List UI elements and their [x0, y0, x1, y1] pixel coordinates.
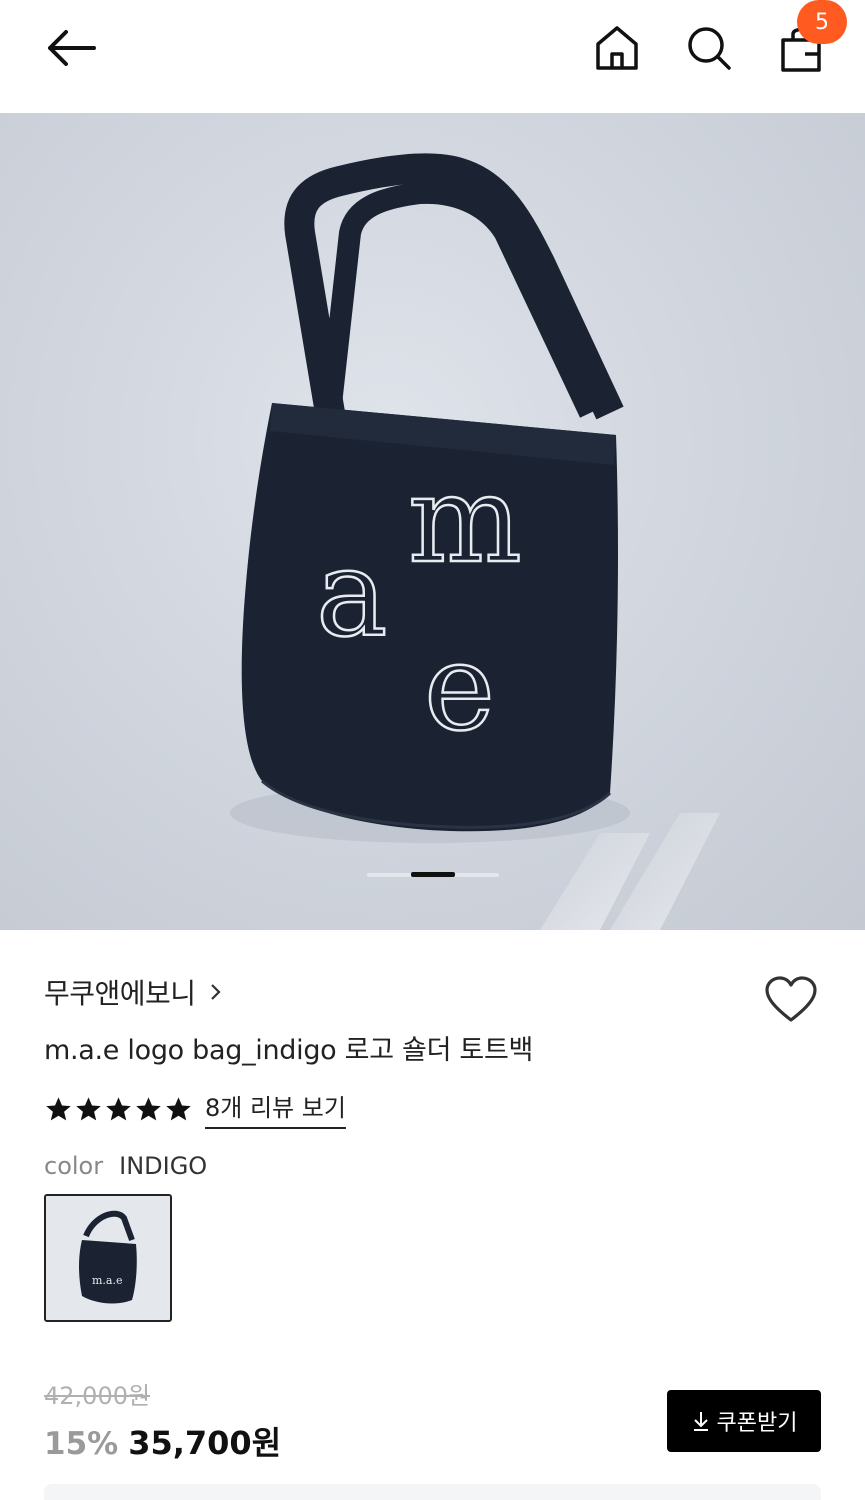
gallery-page-indicator-active: [411, 872, 455, 877]
download-icon: [693, 1412, 708, 1431]
heart-icon: [765, 976, 817, 1022]
rating-row: 8개 리뷰 보기: [44, 1088, 346, 1129]
color-swatch-image: m.a.e: [46, 1196, 170, 1320]
brand-link[interactable]: 무쿠앤에보니: [44, 972, 222, 1012]
bag-letter-e: e: [424, 619, 495, 758]
star-icon: [136, 1096, 161, 1120]
star-icon: [106, 1096, 131, 1120]
color-option-row: color INDIGO: [44, 1152, 207, 1180]
swatch-logo-text: m.a.e: [92, 1274, 123, 1287]
product-image-gallery[interactable]: m a e: [0, 113, 865, 930]
brand-name: 무쿠앤에보니: [44, 977, 196, 1010]
search-icon: [688, 27, 731, 70]
cart-count-badge: 5: [797, 0, 847, 44]
rating-stars: [44, 1095, 193, 1123]
product-image: m a e: [230, 153, 720, 930]
coupon-download-button[interactable]: 쿠폰받기: [667, 1390, 821, 1452]
review-link[interactable]: 8개 리뷰 보기: [205, 1088, 346, 1129]
wishlist-button[interactable]: [760, 972, 822, 1028]
original-price: 42,000원: [44, 1382, 151, 1410]
bottom-info-box: [44, 1484, 821, 1500]
star-icon: [46, 1096, 71, 1120]
discount-rate: 15%: [44, 1426, 119, 1462]
option-label: color: [44, 1152, 104, 1180]
search-button[interactable]: [678, 18, 740, 78]
color-swatch-indigo[interactable]: m.a.e: [44, 1194, 172, 1322]
arrow-left-icon: [48, 30, 96, 66]
bag-letter-a: a: [316, 525, 388, 664]
bag-letter-m: m: [408, 451, 522, 590]
top-bar: 5: [0, 0, 865, 113]
price-row: 15% 35,700원: [44, 1418, 281, 1464]
chevron-right-icon: [210, 984, 221, 1000]
star-icon: [166, 1096, 191, 1120]
home-button[interactable]: [586, 18, 648, 78]
product-title: m.a.e logo bag_indigo 로고 숄더 토트백: [44, 1035, 534, 1066]
home-icon: [596, 26, 638, 70]
back-button[interactable]: [36, 20, 106, 76]
option-value: INDIGO: [119, 1152, 208, 1180]
star-icon: [76, 1096, 101, 1120]
sale-price: 35,700원: [128, 1424, 282, 1462]
coupon-button-label: 쿠폰받기: [716, 1411, 798, 1436]
